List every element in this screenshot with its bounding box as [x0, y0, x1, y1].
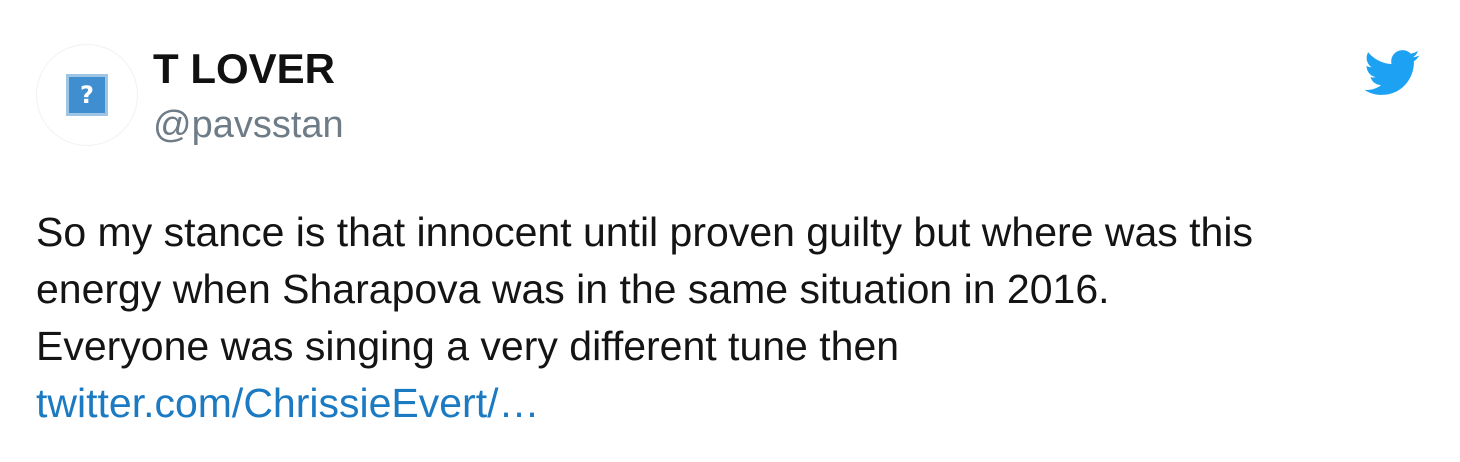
- user-handle[interactable]: @pavsstan: [153, 102, 344, 148]
- tweet-body: So my stance is that innocent until prov…: [36, 204, 1426, 432]
- display-name[interactable]: T LOVER: [153, 44, 335, 94]
- avatar[interactable]: ?: [36, 44, 138, 146]
- tweet-text-line: energy when Sharapova was in the same si…: [36, 266, 1110, 312]
- tweet-link[interactable]: twitter.com/ChrissieEvert/…: [36, 375, 1426, 432]
- tweet-text-line: So my stance is that innocent until prov…: [36, 209, 1253, 255]
- broken-image-icon: ?: [66, 74, 108, 116]
- tweet-text-line: Everyone was singing a very different tu…: [36, 323, 900, 369]
- tweet-card: ? T LOVER @pavsstan So my stance is that…: [0, 0, 1460, 462]
- twitter-bird-icon[interactable]: [1364, 50, 1420, 96]
